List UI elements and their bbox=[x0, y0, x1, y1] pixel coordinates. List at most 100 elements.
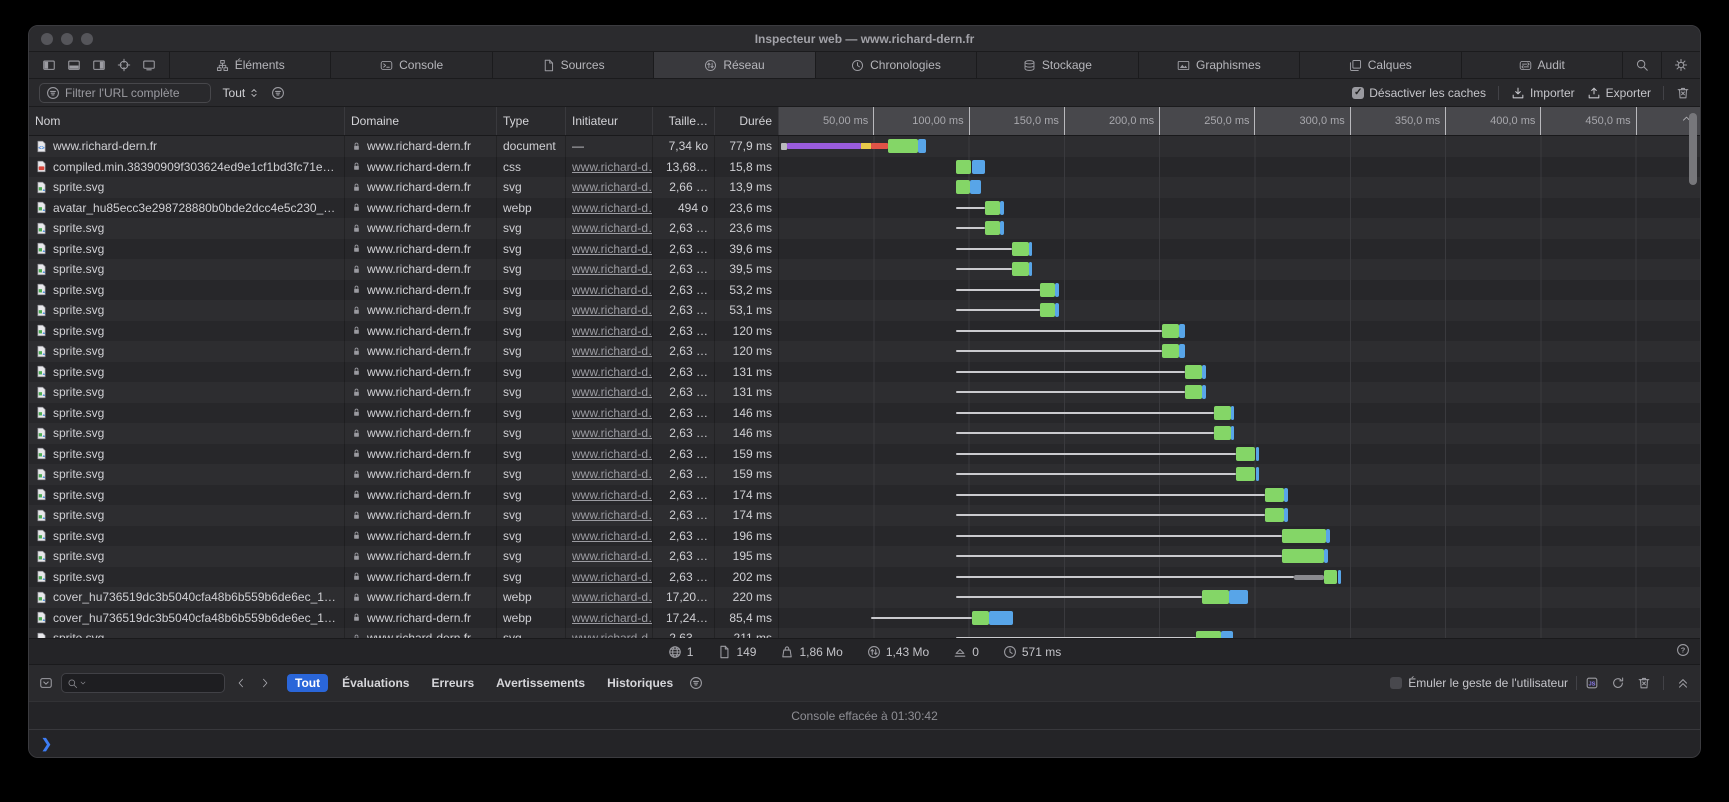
initiator-link[interactable]: www.richard-d… bbox=[572, 590, 653, 604]
initiator-link[interactable]: www.richard-d… bbox=[572, 303, 653, 317]
initiator-link[interactable]: www.richard-d… bbox=[572, 631, 653, 638]
tab-sources[interactable]: Sources bbox=[492, 52, 653, 78]
table-row[interactable]: cover_hu736519dc3b5040cfa48b6b559b6de6ec… bbox=[29, 608, 1700, 629]
tab-reseau[interactable]: Réseau bbox=[653, 52, 814, 78]
initiator-link[interactable]: www.richard-d… bbox=[572, 611, 653, 625]
search-button[interactable] bbox=[1622, 52, 1661, 78]
filter-options-button[interactable] bbox=[271, 86, 285, 100]
initiator-link[interactable]: www.richard-d… bbox=[572, 447, 653, 461]
dock-right-icon[interactable] bbox=[92, 58, 106, 72]
table-row[interactable]: compiled.min.38390909f303624ed9e1cf1bd3f… bbox=[29, 157, 1700, 178]
tab-stockage[interactable]: Stockage bbox=[976, 52, 1137, 78]
column-header-taille[interactable]: Taille… bbox=[653, 107, 715, 135]
console-filter-options-button[interactable] bbox=[689, 676, 703, 690]
minimize-window-button[interactable] bbox=[61, 33, 73, 45]
initiator-link[interactable]: www.richard-d… bbox=[572, 406, 653, 420]
tab-console[interactable]: Console bbox=[330, 52, 491, 78]
initiator-link[interactable]: www.richard-d… bbox=[572, 488, 653, 502]
console-filter-tout[interactable]: Tout bbox=[287, 674, 328, 692]
element-picker-icon[interactable] bbox=[117, 58, 131, 72]
table-row[interactable]: sprite.svgwww.richard-dern.frsvgwww.rich… bbox=[29, 546, 1700, 567]
import-button[interactable]: Importer bbox=[1511, 86, 1575, 100]
table-row[interactable]: sprite.svgwww.richard-dern.frsvgwww.rich… bbox=[29, 485, 1700, 506]
zoom-window-button[interactable] bbox=[81, 33, 93, 45]
show-javascript-button[interactable]: JS bbox=[1585, 676, 1599, 690]
initiator-link[interactable]: www.richard-d… bbox=[572, 324, 653, 338]
console-filter-erreurs[interactable]: Erreurs bbox=[423, 674, 482, 692]
column-header-duree[interactable]: Durée bbox=[715, 107, 779, 135]
initiator-link[interactable]: www.richard-d… bbox=[572, 365, 653, 379]
initiator-link[interactable]: www.richard-d… bbox=[572, 344, 653, 358]
help-button[interactable]: ? bbox=[1676, 643, 1690, 657]
resource-type-select[interactable]: Tout bbox=[223, 86, 260, 100]
table-row[interactable]: sprite.svgwww.richard-dern.frsvgwww.rich… bbox=[29, 218, 1700, 239]
preserve-log-reload-icon[interactable] bbox=[1611, 676, 1625, 690]
table-row[interactable]: sprite.svgwww.richard-dern.frsvgwww.rich… bbox=[29, 403, 1700, 424]
table-row[interactable]: sprite.svgwww.richard-dern.frsvgwww.rich… bbox=[29, 300, 1700, 321]
console-prompt[interactable]: ❯ bbox=[29, 730, 1700, 757]
clear-console-button[interactable] bbox=[1637, 676, 1651, 690]
close-window-button[interactable] bbox=[41, 33, 53, 45]
console-filter-avertissements[interactable]: Avertissements bbox=[488, 674, 593, 692]
table-row[interactable]: sprite.svgwww.richard-dern.frsvgwww.rich… bbox=[29, 444, 1700, 465]
initiator-link[interactable]: www.richard-d… bbox=[572, 180, 653, 194]
initiator-link[interactable]: www.richard-d… bbox=[572, 160, 653, 174]
console-filter-historiques[interactable]: Historiques bbox=[599, 674, 681, 692]
tab-chronologies[interactable]: Chronologies bbox=[815, 52, 976, 78]
table-row[interactable]: avatar_hu85ecc3e298728880b0bde2dcc4e5c23… bbox=[29, 198, 1700, 219]
table-row[interactable]: sprite.svgwww.richard-dern.frsvgwww.rich… bbox=[29, 526, 1700, 547]
table-row[interactable]: sprite.svgwww.richard-dern.frsvgwww.rich… bbox=[29, 177, 1700, 198]
initiator-link[interactable]: www.richard-d… bbox=[572, 201, 653, 215]
vertical-scrollbar[interactable] bbox=[1689, 113, 1697, 185]
table-row[interactable]: sprite.svgwww.richard-dern.frsvgwww.rich… bbox=[29, 382, 1700, 403]
initiator-link[interactable]: www.richard-d… bbox=[572, 549, 653, 563]
table-row[interactable]: cover_hu736519dc3b5040cfa48b6b559b6de6ec… bbox=[29, 587, 1700, 608]
initiator-link[interactable]: www.richard-d… bbox=[572, 570, 653, 584]
table-row[interactable]: sprite.svgwww.richard-dern.frsvgwww.rich… bbox=[29, 505, 1700, 526]
initiator-link[interactable]: www.richard-d… bbox=[572, 242, 653, 256]
tab-elements[interactable]: Éléments bbox=[169, 52, 330, 78]
column-header-nom[interactable]: Nom bbox=[29, 107, 345, 135]
initiator-cell: www.richard-d… bbox=[566, 341, 653, 362]
dock-left-icon[interactable] bbox=[42, 58, 56, 72]
table-row[interactable]: sprite.svgwww.richard-dern.frsvgwww.rich… bbox=[29, 423, 1700, 444]
column-header-type[interactable]: Type bbox=[497, 107, 566, 135]
initiator-link[interactable]: www.richard-d… bbox=[572, 221, 653, 235]
console-filter-évaluations[interactable]: Évaluations bbox=[334, 674, 417, 692]
dock-bottom-icon[interactable] bbox=[67, 58, 81, 72]
table-row[interactable]: sprite.svgwww.richard-dern.frsvgwww.rich… bbox=[29, 341, 1700, 362]
console-search-input[interactable] bbox=[61, 673, 225, 693]
table-row[interactable]: sprite.svgwww.richard-dern.frsvgwww.rich… bbox=[29, 239, 1700, 260]
initiator-link[interactable]: www.richard-d… bbox=[572, 283, 653, 297]
tab-calques[interactable]: Calques bbox=[1299, 52, 1460, 78]
initiator-link[interactable]: www.richard-d… bbox=[572, 529, 653, 543]
export-button[interactable]: Exporter bbox=[1587, 86, 1651, 100]
console-scope-icon[interactable] bbox=[39, 676, 53, 690]
device-icon[interactable] bbox=[142, 58, 156, 72]
collapse-console-icon[interactable] bbox=[1676, 676, 1690, 690]
tab-graphismes[interactable]: Graphismes bbox=[1138, 52, 1299, 78]
previous-result-button[interactable] bbox=[233, 677, 249, 689]
table-row[interactable]: <>www.richard-dern.frwww.richard-dern.fr… bbox=[29, 136, 1700, 157]
disable-caches-checkbox[interactable]: ✓ Désactiver les caches bbox=[1352, 86, 1486, 100]
table-row[interactable]: sprite.svgwww.richard-dern.frsvgwww.rich… bbox=[29, 464, 1700, 485]
url-filter-input[interactable]: Filtrer l'URL complète bbox=[39, 83, 211, 103]
initiator-link[interactable]: www.richard-d… bbox=[572, 426, 653, 440]
initiator-link[interactable]: www.richard-d… bbox=[572, 508, 653, 522]
tab-audit[interactable]: Audit bbox=[1461, 52, 1622, 78]
emulate-user-gesture-checkbox[interactable]: Émuler le geste de l'utilisateur bbox=[1390, 676, 1568, 690]
settings-gear-button[interactable] bbox=[1661, 52, 1700, 78]
initiator-link[interactable]: www.richard-d… bbox=[572, 385, 653, 399]
initiator-link[interactable]: www.richard-d… bbox=[572, 262, 653, 276]
table-row[interactable]: sprite.svgwww.richard-dern.frsvgwww.rich… bbox=[29, 628, 1700, 638]
table-row[interactable]: sprite.svgwww.richard-dern.frsvgwww.rich… bbox=[29, 321, 1700, 342]
clear-network-items-button[interactable] bbox=[1676, 86, 1690, 100]
initiator-link[interactable]: www.richard-d… bbox=[572, 467, 653, 481]
table-row[interactable]: sprite.svgwww.richard-dern.frsvgwww.rich… bbox=[29, 567, 1700, 588]
table-row[interactable]: sprite.svgwww.richard-dern.frsvgwww.rich… bbox=[29, 362, 1700, 383]
column-header-initiateur[interactable]: Initiateur bbox=[566, 107, 653, 135]
column-header-domaine[interactable]: Domaine bbox=[345, 107, 497, 135]
table-row[interactable]: sprite.svgwww.richard-dern.frsvgwww.rich… bbox=[29, 280, 1700, 301]
next-result-button[interactable] bbox=[257, 677, 273, 689]
table-row[interactable]: sprite.svgwww.richard-dern.frsvgwww.rich… bbox=[29, 259, 1700, 280]
